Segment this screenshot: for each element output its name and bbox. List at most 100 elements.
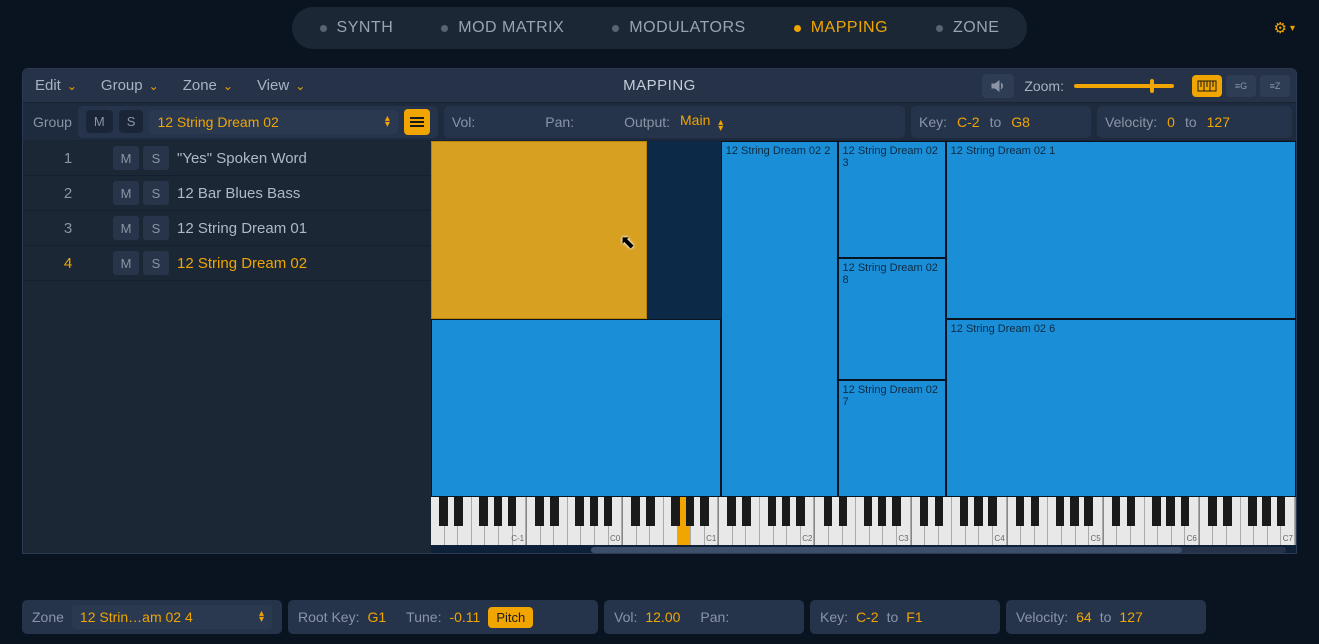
black-key[interactable] — [686, 497, 695, 526]
view-zone-button[interactable]: ≡Z — [1260, 75, 1290, 97]
tab-mapping[interactable]: MAPPING — [770, 11, 912, 45]
zone-block[interactable]: 12 String Dream 02 1 — [946, 141, 1296, 319]
group-row[interactable]: 4 MS 12 String Dream 02 — [23, 246, 431, 281]
black-key[interactable] — [782, 497, 791, 526]
group-name-dropdown[interactable]: 12 String Dream 02 ▴▾ — [149, 110, 397, 134]
zone-block[interactable]: 12 String Dream 02 2 — [721, 141, 838, 497]
black-key[interactable] — [1152, 497, 1161, 526]
group-row[interactable]: 2 MS 12 Bar Blues Bass — [23, 176, 431, 211]
black-key[interactable] — [1084, 497, 1093, 526]
tab-mod-matrix[interactable]: MOD MATRIX — [417, 11, 588, 45]
black-key[interactable] — [824, 497, 833, 526]
tab-zone[interactable]: ZONE — [912, 11, 1023, 45]
zone-block[interactable]: 12 String Dream 02 6 — [946, 319, 1296, 497]
output-dropdown[interactable]: Main ▴▾ — [680, 112, 723, 132]
black-key[interactable] — [535, 497, 544, 526]
black-key[interactable] — [864, 497, 873, 526]
black-key[interactable] — [974, 497, 983, 526]
view-menu[interactable]: View⌄ — [245, 77, 317, 94]
black-key[interactable] — [479, 497, 488, 526]
mute-button[interactable]: M — [113, 181, 139, 205]
zone-block[interactable]: 12 String Dream 02 3 — [838, 141, 946, 258]
key-high-value[interactable]: G8 — [1011, 114, 1030, 130]
black-key[interactable] — [920, 497, 929, 526]
black-key[interactable] — [1031, 497, 1040, 526]
black-key[interactable] — [1112, 497, 1121, 526]
black-key[interactable] — [1208, 497, 1217, 526]
pitch-toggle[interactable]: Pitch — [488, 607, 533, 628]
piano-keyboard[interactable]: /*generated inline below without JS usin… — [431, 497, 1296, 545]
black-key[interactable] — [839, 497, 848, 526]
group-row[interactable]: 3 MS 12 String Dream 01 — [23, 211, 431, 246]
black-key[interactable] — [700, 497, 709, 526]
solo-button[interactable]: S — [143, 216, 169, 240]
tune-value[interactable]: -0.11 — [449, 609, 480, 625]
black-key[interactable] — [892, 497, 901, 526]
black-key[interactable] — [878, 497, 887, 526]
zone-menu[interactable]: Zone⌄ — [171, 77, 245, 94]
mute-button[interactable]: M — [113, 146, 139, 170]
view-group-button[interactable]: ≡G — [1226, 75, 1256, 97]
black-key[interactable] — [960, 497, 969, 526]
vol-value[interactable]: 12.00 — [645, 609, 680, 625]
horizontal-scrollbar[interactable] — [591, 547, 1286, 553]
vel-low-value[interactable]: 64 — [1076, 609, 1092, 625]
black-key[interactable] — [1056, 497, 1065, 526]
black-key[interactable] — [494, 497, 503, 526]
root-key-value[interactable]: G1 — [367, 609, 386, 625]
key-low-value[interactable]: C-2 — [957, 114, 980, 130]
black-key[interactable] — [768, 497, 777, 526]
group-row[interactable]: 1 MS "Yes" Spoken Word — [23, 141, 431, 176]
black-key[interactable] — [671, 497, 680, 526]
black-key[interactable] — [508, 497, 517, 526]
black-key[interactable] — [1127, 497, 1136, 526]
solo-button[interactable]: S — [143, 251, 169, 275]
key-high-value[interactable]: F1 — [906, 609, 922, 625]
black-key[interactable] — [1181, 497, 1190, 526]
scrollbar-thumb[interactable] — [591, 547, 1182, 553]
group-mute-button[interactable]: M — [86, 110, 113, 133]
mapping-area[interactable]: 12 String Dream 02 2 12 String Dream 02 … — [431, 141, 1296, 553]
zone-name-dropdown[interactable]: 12 Strin…am 02 4 ▴▾ — [72, 605, 272, 629]
black-key[interactable] — [1016, 497, 1025, 526]
black-key[interactable] — [1166, 497, 1175, 526]
mute-button[interactable]: M — [113, 251, 139, 275]
black-key[interactable] — [631, 497, 640, 526]
mute-button[interactable]: M — [113, 216, 139, 240]
edit-menu[interactable]: Edit⌄ — [23, 77, 89, 94]
black-key[interactable] — [1248, 497, 1257, 526]
black-key[interactable] — [439, 497, 448, 526]
view-keyboard-button[interactable] — [1192, 75, 1222, 97]
black-key[interactable] — [550, 497, 559, 526]
group-list-toggle[interactable] — [404, 109, 430, 135]
black-key[interactable] — [935, 497, 944, 526]
key-low-value[interactable]: C-2 — [856, 609, 879, 625]
solo-button[interactable]: S — [143, 146, 169, 170]
black-key[interactable] — [454, 497, 463, 526]
black-key[interactable] — [1070, 497, 1079, 526]
gear-menu-button[interactable]: ⚙ ▾ — [1274, 19, 1295, 37]
black-key[interactable] — [727, 497, 736, 526]
black-key[interactable] — [604, 497, 613, 526]
tab-modulators[interactable]: MODULATORS — [588, 11, 769, 45]
vel-high-value[interactable]: 127 — [1119, 609, 1142, 625]
zone-block[interactable]: 12 String Dream 02 8 — [838, 258, 946, 379]
black-key[interactable] — [796, 497, 805, 526]
black-key[interactable] — [1223, 497, 1232, 526]
zone-block[interactable] — [431, 319, 721, 497]
group-solo-button[interactable]: S — [119, 110, 144, 133]
tab-synth[interactable]: SYNTH — [296, 11, 418, 45]
black-key[interactable] — [742, 497, 751, 526]
zone-selected[interactable] — [431, 141, 647, 319]
black-key[interactable] — [575, 497, 584, 526]
black-key[interactable] — [1262, 497, 1271, 526]
black-key[interactable] — [988, 497, 997, 526]
solo-button[interactable]: S — [143, 181, 169, 205]
group-menu[interactable]: Group⌄ — [89, 77, 171, 94]
black-key[interactable] — [590, 497, 599, 526]
vel-low-value[interactable]: 0 — [1167, 114, 1175, 130]
vel-high-value[interactable]: 127 — [1207, 114, 1230, 130]
black-key[interactable] — [646, 497, 655, 526]
audition-button[interactable] — [982, 74, 1014, 98]
zone-block[interactable]: 12 String Dream 02 7 — [838, 380, 946, 497]
